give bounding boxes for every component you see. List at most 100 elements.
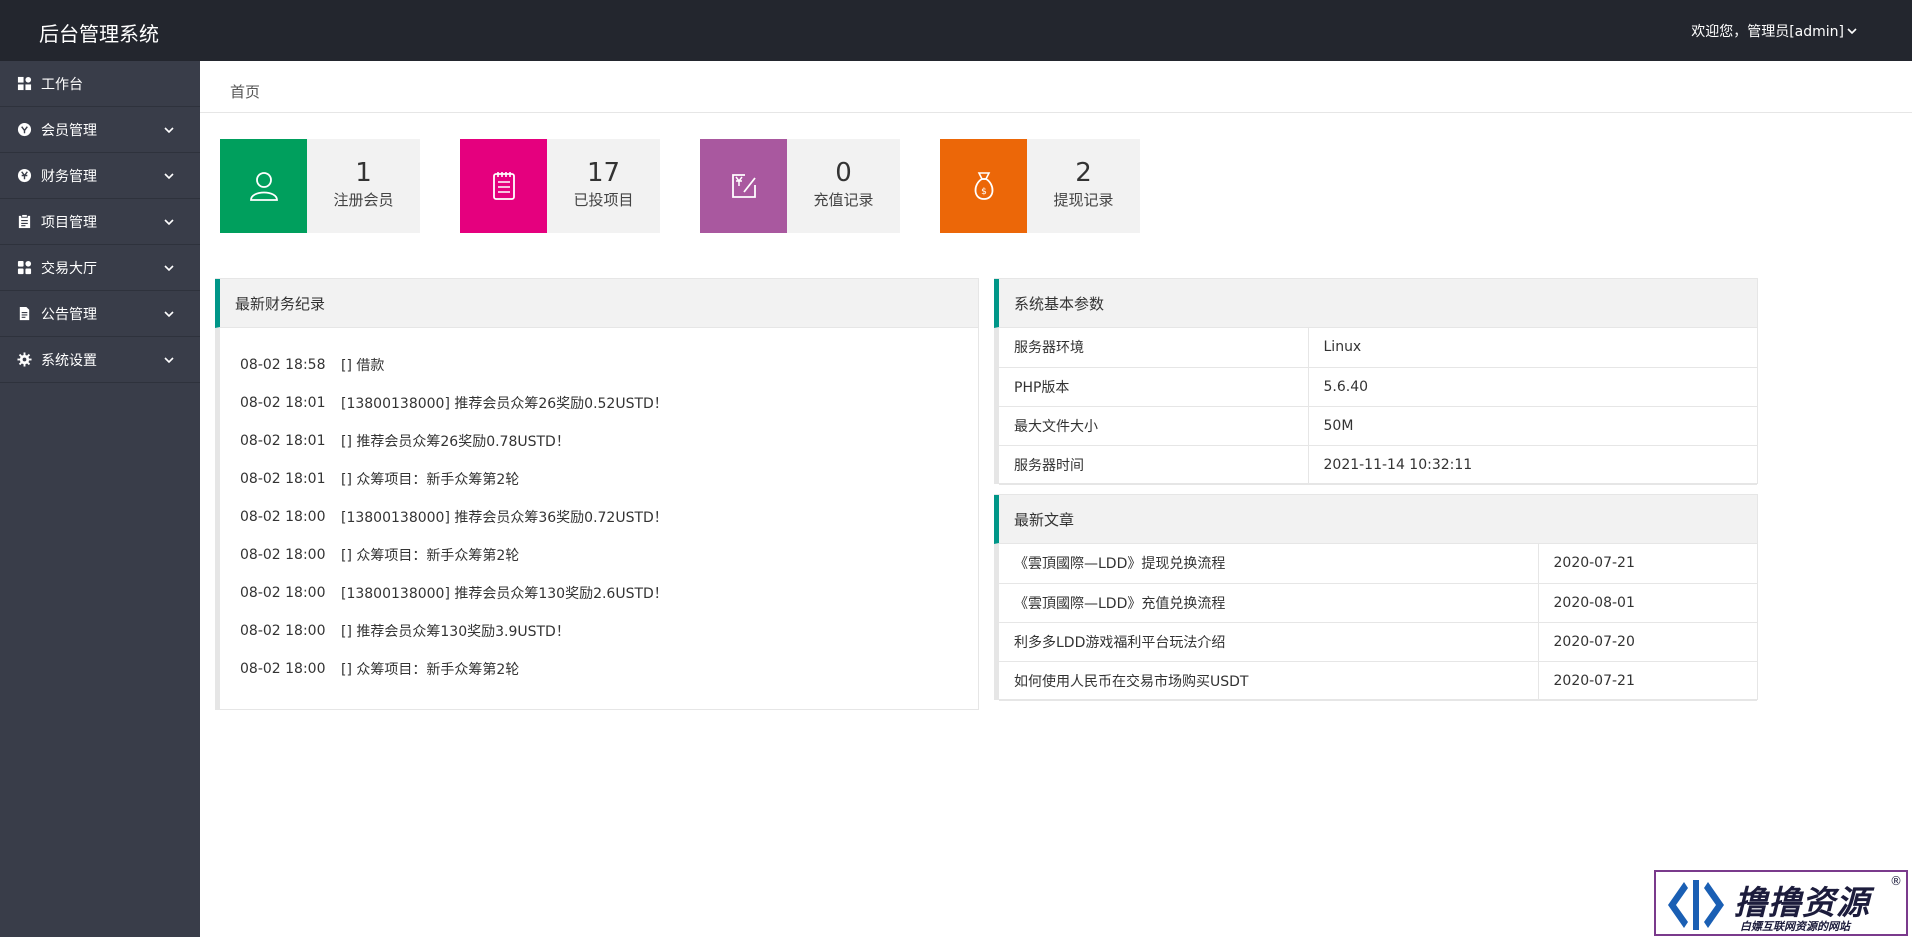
table-cell: 5.6.40: [1307, 367, 1757, 407]
stat-label: 注册会员: [333, 191, 394, 209]
record-time: 08-02 18:00: [240, 509, 326, 525]
moneybag-icon: $: [940, 139, 1027, 233]
sidebar-item-announcements[interactable]: 公告管理: [0, 291, 200, 337]
record-text: [13800138000] 推荐会员众筹130奖励2.6USTD！: [341, 586, 668, 602]
record-time: 08-02 18:01: [240, 433, 326, 449]
table-cell: Linux: [1307, 328, 1757, 368]
record-time: 08-02 18:58: [240, 357, 326, 373]
clipboard-icon: [17, 214, 32, 229]
table-row: 服务器时间 2021-11-14 10:32:11: [999, 445, 1757, 485]
list-item: 08-02 18:01 [] 众筹项目：新手众筹第2轮: [240, 460, 978, 498]
sidebar-item-trading[interactable]: 交易大厅: [0, 245, 200, 291]
table-row[interactable]: 如何使用人民币在交易市场购买USDT 2020-07-21: [999, 661, 1757, 701]
chevron-down-icon: [1847, 28, 1857, 35]
stat-value: 2: [1075, 158, 1092, 188]
stat-value: 1: [355, 158, 372, 188]
system-table: 服务器环境 Linux PHP版本 5.6.40 最大文件大小 50M 服务器时间 20…: [999, 328, 1757, 485]
breadcrumb: 首页: [200, 61, 1912, 113]
list-item: 08-02 18:00 [] 众筹项目：新手众筹第2轮: [240, 650, 978, 688]
watermark-slogan: 白嫖互联网资源的网站: [1740, 920, 1850, 933]
panel-title: 系统基本参数: [994, 279, 1757, 328]
grid-icon: [17, 260, 32, 275]
stat-card-withdraw[interactable]: $ 2 提现记录: [940, 139, 1140, 233]
record-time: 08-02 18:00: [240, 585, 326, 601]
table-row: PHP版本 5.6.40: [999, 367, 1757, 407]
record-time: 08-02 18:01: [240, 471, 326, 487]
finance-icon: [17, 168, 32, 183]
article-date: 2020-08-01: [1537, 583, 1757, 623]
sidebar-item-label: 系统设置: [41, 352, 97, 369]
stat-card-recharge[interactable]: 0 充值记录: [700, 139, 900, 233]
list-item: 08-02 18:00 [13800138000] 推荐会员众筹36奖励0.72U…: [240, 498, 978, 536]
record-text: [] 众筹项目：新手众筹第2轮: [341, 472, 520, 488]
notepad-icon: [460, 139, 547, 233]
record-time: 08-02 18:01: [240, 395, 326, 411]
record-time: 08-02 18:00: [240, 547, 326, 563]
table-row[interactable]: 《雲頂國際—LDD》提现兑换流程 2020-07-21: [999, 544, 1757, 584]
top-bar: 后台管理系统 欢迎您，管理员[admin]: [0, 0, 1912, 61]
table-row[interactable]: 《雲頂國際—LDD》充值兑换流程 2020-08-01: [999, 583, 1757, 623]
panel-title: 最新文章: [994, 495, 1757, 544]
record-text: [] 借款: [341, 358, 385, 374]
article-title[interactable]: 《雲頂國際—LDD》提现兑换流程: [999, 544, 1538, 584]
record-text: [13800138000] 推荐会员众筹36奖励0.72USTD！: [341, 510, 668, 526]
registered-mark: ®: [1890, 874, 1902, 888]
stat-value: 17: [586, 158, 621, 188]
stat-label: 充值记录: [813, 191, 874, 209]
table-cell: 最大文件大小: [999, 406, 1308, 446]
table-cell: 服务器环境: [999, 328, 1308, 368]
user-greeting: 欢迎您，管理员[admin]: [1691, 24, 1844, 40]
app-title: 后台管理系统: [39, 22, 159, 46]
table-row: 最大文件大小 50M: [999, 406, 1757, 446]
article-date: 2020-07-21: [1537, 661, 1757, 701]
article-date: 2020-07-21: [1537, 544, 1757, 584]
record-time: 08-02 18:00: [240, 623, 326, 639]
article-title[interactable]: 如何使用人民币在交易市场购买USDT: [999, 661, 1538, 701]
record-time: 08-02 18:00: [240, 661, 326, 677]
stat-label: 已投项目: [573, 191, 634, 209]
stat-card-projects[interactable]: 17 已投项目: [460, 139, 660, 233]
breadcrumb-home[interactable]: 首页: [230, 81, 260, 102]
list-item: 08-02 18:01 [13800138000] 推荐会员众筹26奖励0.52U…: [240, 384, 978, 422]
watermark-logo: 撸撸资源 白嫖互联网资源的网站 ®: [1654, 870, 1908, 936]
sidebar-item-settings[interactable]: 系统设置: [0, 337, 200, 383]
user-menu[interactable]: 欢迎您，管理员[admin]: [1691, 21, 1858, 41]
chevron-down-icon: [164, 265, 174, 272]
logo-mark-icon: [1668, 880, 1724, 930]
article-title[interactable]: 利多多LDD游戏福利平台玩法介绍: [999, 622, 1538, 662]
list-item: 08-02 18:58 [] 借款: [240, 346, 978, 384]
record-text: [13800138000] 推荐会员众筹26奖励0.52USTD！: [341, 396, 668, 412]
table-cell: 2021-11-14 10:32:11: [1307, 445, 1757, 485]
chevron-down-icon: [164, 127, 174, 134]
finance-panel: 最新财务纪录 08-02 18:58 [] 借款 08-02 18:01 [1380…: [215, 278, 979, 710]
stat-card-members[interactable]: 1 注册会员: [220, 139, 420, 233]
recharge-icon: [700, 139, 787, 233]
svg-text:$: $: [981, 187, 987, 197]
sidebar-item-label: 公告管理: [41, 306, 97, 323]
list-item: 08-02 18:00 [] 众筹项目：新手众筹第2轮: [240, 536, 978, 574]
gear-icon: [17, 352, 32, 367]
articles-panel: 最新文章 《雲頂國際—LDD》提现兑换流程 2020-07-21 《雲頂國際—LD…: [994, 494, 1758, 701]
sidebar-item-members[interactable]: 会员管理: [0, 107, 200, 153]
sidebar-item-projects[interactable]: 项目管理: [0, 199, 200, 245]
sidebar-item-label: 财务管理: [41, 168, 97, 185]
watermark-name: 撸撸资源: [1734, 883, 1870, 922]
sidebar: 工作台 会员管理 财务管理 项目管理 交易大厅 公告管理 系统设置: [0, 61, 200, 937]
sidebar-item-finance[interactable]: 财务管理: [0, 153, 200, 199]
chevron-down-icon: [164, 173, 174, 180]
table-cell: PHP版本: [999, 367, 1308, 407]
sidebar-item-dashboard[interactable]: 工作台: [0, 61, 200, 107]
table-row[interactable]: 利多多LDD游戏福利平台玩法介绍 2020-07-20: [999, 622, 1757, 662]
table-row: 服务器环境 Linux: [999, 328, 1757, 368]
table-cell: 50M: [1307, 406, 1757, 446]
sidebar-item-label: 项目管理: [41, 214, 97, 231]
finance-list: 08-02 18:58 [] 借款 08-02 18:01 [13800138000…: [220, 328, 978, 688]
table-cell: 服务器时间: [999, 445, 1308, 485]
system-panel: 系统基本参数 服务器环境 Linux PHP版本 5.6.40 最大文件大小 50M …: [994, 278, 1758, 485]
article-title[interactable]: 《雲頂國際—LDD》充值兑换流程: [999, 583, 1538, 623]
sidebar-item-label: 工作台: [41, 76, 83, 93]
chevron-down-icon: [164, 219, 174, 226]
stat-label: 提现记录: [1053, 191, 1114, 209]
dashboard-icon: [17, 76, 32, 91]
record-text: [] 推荐会员众筹26奖励0.78USTD！: [341, 434, 570, 450]
